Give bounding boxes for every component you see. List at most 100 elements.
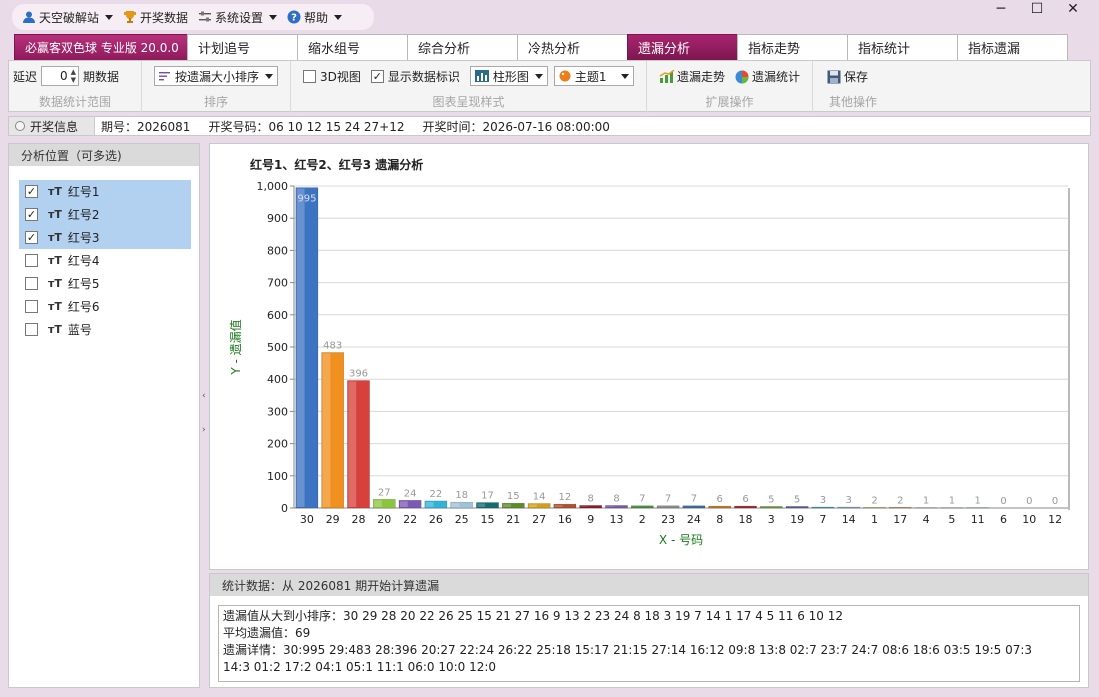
bar-highlight [425,501,434,507]
data-label: 2 [871,495,877,506]
show-labels-toggle[interactable]: ✓ 显示数据标识 [370,68,460,85]
field-type-icon: ᴛT [48,277,62,290]
bar [811,506,835,509]
save-button[interactable]: 保存 [827,68,868,85]
bar-highlight [554,505,563,507]
position-checkbox[interactable] [25,300,38,313]
group-other-label: 其他操作 [828,95,877,109]
x-tick-label: 22 [403,513,417,526]
view3d-checkbox[interactable] [303,69,316,83]
position-label: 红号5 [67,277,100,291]
x-tick-label: 17 [893,513,907,526]
menu-lottery-data[interactable]: 开奖数据 [123,9,188,26]
position-label: 红号6 [67,300,100,314]
tab-index-trend[interactable]: 指标走势 [737,34,848,60]
sort-dropdown[interactable]: 按遗漏大小排序 [154,66,279,86]
x-tick-label: 29 [326,513,340,526]
minimize-button[interactable]: ─ [983,0,1019,18]
group-extend: 遗漏走势 遗漏统计 扩展操作 [647,61,813,113]
position-item-red1[interactable]: ✓ ᴛT 红号1 [19,180,191,203]
menu-help[interactable]: ? 帮助 [287,9,343,26]
position-checkbox[interactable] [25,254,38,267]
x-tick-label: 9 [587,513,594,526]
spinner-arrows-icon[interactable]: ▲ ▼ [71,68,76,84]
close-button[interactable]: ✕ [1055,0,1091,18]
tab-brand[interactable]: 必赢客双色球 专业版 20.0.0 [14,34,188,60]
omission-stats-label: 遗漏统计 [752,70,801,84]
panel-splitter[interactable]: ‹ › [200,143,209,688]
field-type-icon: ᴛT [48,231,62,244]
data-label: 7 [691,494,697,505]
tab-plan[interactable]: 计划追号 [187,34,298,60]
show-labels-checkbox[interactable]: ✓ [370,69,384,83]
bar [734,505,757,509]
bar [837,506,861,509]
position-item-red4[interactable]: ᴛT 红号4 [19,249,191,272]
position-checkbox[interactable]: ✓ [25,208,38,221]
maximize-button[interactable]: ☐ [1019,0,1055,18]
omission-stats-button[interactable]: 遗漏统计 [735,68,800,85]
menu-settings-label: 系统设置 [215,10,264,25]
x-tick-label: 15 [481,513,495,526]
data-label: 1 [975,496,981,507]
x-tick-label: 14 [842,513,856,526]
position-checkbox[interactable] [25,277,38,290]
data-label: 15 [507,491,520,502]
tab-overall[interactable]: 综合分析 [407,34,518,60]
trend-chart-icon [659,69,675,83]
position-label: 蓝号 [67,323,92,337]
stats-sorted: 遗漏值从大到小排序：30 29 28 20 22 26 25 15 21 27 … [223,609,843,623]
data-label: 22 [430,489,443,500]
menu-settings[interactable]: 系统设置 [198,9,278,26]
omission-trend-button[interactable]: 遗漏走势 [659,68,725,85]
bar-highlight [606,506,615,507]
chart-type-dropdown[interactable]: 柱形图 [469,66,548,86]
data-label: 1 [949,496,955,507]
stats-detail-2: 14:3 01:2 17:2 04:1 05:1 11:1 06:0 10:0 … [223,660,497,674]
sliders-icon [199,11,212,22]
y-tick-label: 500 [267,341,288,354]
position-item-red6[interactable]: ᴛT 红号6 [19,295,191,318]
collapse-left-icon[interactable]: ‹ [202,391,206,401]
group-extend-label: 扩展操作 [705,95,754,109]
ribbon: 延迟 0 ▲ ▼ 期数据 数据统计范围 按遗漏大小排序 排序 3D视图 ✓ 显示… [8,60,1091,113]
y-tick-label: 400 [267,373,288,386]
data-label: 6 [717,494,723,505]
tab-omission[interactable]: 遗漏分析 [627,34,738,60]
help-icon: ? [287,10,301,24]
position-item-red5[interactable]: ᴛT 红号5 [19,272,191,295]
draw-info-toggle[interactable]: 开奖信息 [9,117,95,135]
x-tick-label: 7 [819,513,826,526]
position-item-blue[interactable]: ᴛT 蓝号 [19,318,191,341]
bar-highlight [580,506,589,507]
position-item-red2[interactable]: ✓ ᴛT 红号2 [19,203,191,226]
sort-dropdown-value: 按遗漏大小排序 [175,69,260,84]
theme-dropdown[interactable]: 主题1 [553,66,634,86]
data-label: 14 [533,491,546,502]
draw-info-bar: 开奖信息 期号：2026081 开奖号码：06 10 12 15 24 27+1… [8,116,1091,136]
period-label: 期数据 [83,69,120,84]
y-tick-label: 700 [267,277,288,290]
menu-user[interactable]: 天空破解站 [22,9,114,26]
delay-spinner[interactable]: 0 ▲ ▼ [41,66,80,86]
position-checkbox[interactable] [25,323,38,336]
position-checkbox[interactable]: ✓ [25,185,38,198]
tab-index-omission[interactable]: 指标遗漏 [957,34,1068,60]
position-label: 红号1 [67,185,100,199]
stats-textbox[interactable]: 遗漏值从大到小排序：30 29 28 20 22 26 25 15 21 27 … [218,605,1080,682]
data-label: 27 [378,487,391,498]
menu-bar: 天空破解站 开奖数据 系统设置 ? 帮助 [12,4,374,30]
tab-reduce[interactable]: 缩水组号 [297,34,408,60]
position-checkbox[interactable]: ✓ [25,231,38,244]
chart-type-value: 柱形图 [492,69,529,84]
tab-hotcold[interactable]: 冷热分析 [517,34,628,60]
x-tick-label: 16 [558,513,572,526]
stats-average: 平均遗漏值：69 [223,626,311,640]
tab-index-stats[interactable]: 指标统计 [847,34,958,60]
group-range-label: 数据统计范围 [38,95,111,109]
position-item-red3[interactable]: ✓ ᴛT 红号3 [19,226,191,249]
data-label: 5 [794,494,800,505]
expand-right-icon[interactable]: › [202,425,206,435]
view3d-toggle[interactable]: 3D视图 [303,68,361,85]
data-label: 0 [1052,496,1058,507]
